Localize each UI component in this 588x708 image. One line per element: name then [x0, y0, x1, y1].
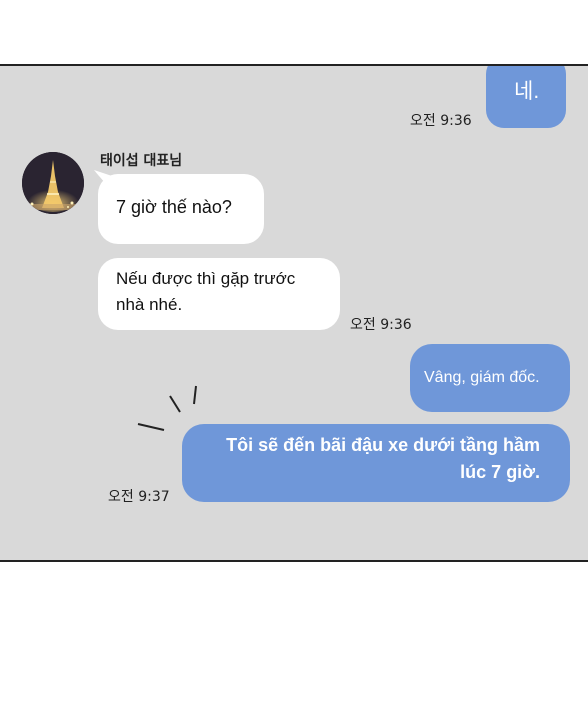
timestamp-top: 오전 9:36: [410, 113, 472, 129]
timestamp-incoming: 오전 9:36: [350, 317, 412, 333]
outgoing-text-top: 네.: [514, 80, 540, 103]
outgoing-bubble-1[interactable]: Vâng, giám đốc.: [410, 344, 570, 412]
outgoing-text-1: Vâng, giám đốc.: [424, 369, 540, 386]
outgoing-bubble-2[interactable]: Tôi sẽ đến bãi đậu xe dưới tầng hầm lúc …: [182, 424, 570, 502]
avatar[interactable]: [22, 152, 84, 214]
eiffel-tower-avatar-icon: [22, 152, 84, 214]
outgoing-bubble-top[interactable]: 네.: [486, 66, 566, 128]
chat-panel: 네. 오전 9:36 태이섭 대표님 7 giờ thế nào? Nếu đư…: [0, 64, 588, 562]
incoming-text-2: Nếu được thì gặp trước nhà nhé.: [116, 269, 296, 314]
timestamp-outgoing: 오전 9:37: [108, 489, 170, 505]
incoming-bubble-2[interactable]: Nếu được thì gặp trước nhà nhé.: [98, 258, 340, 330]
sender-name: 태이섭 대표님: [100, 153, 183, 169]
incoming-bubble-1[interactable]: 7 giờ thế nào?: [98, 174, 264, 244]
outgoing-text-2: Tôi sẽ đến bãi đậu xe dưới tầng hầm lúc …: [226, 435, 540, 482]
incoming-text-1: 7 giờ thế nào?: [116, 197, 232, 217]
